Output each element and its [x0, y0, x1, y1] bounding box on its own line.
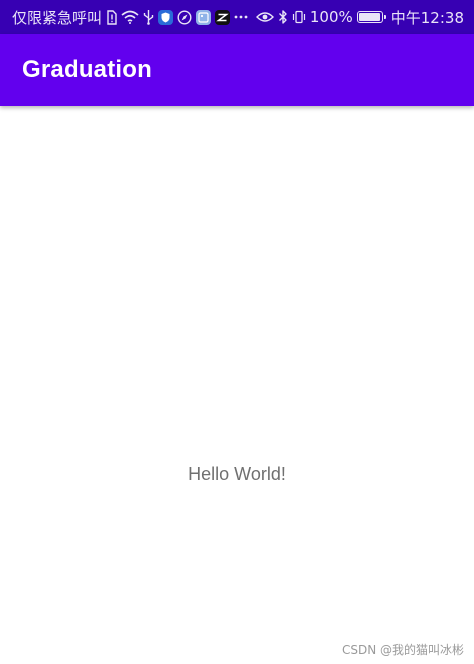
watermark: CSDN @我的猫叫冰彬	[341, 643, 464, 657]
battery-percent: 100%	[309, 8, 353, 26]
eye-comfort-icon	[255, 8, 274, 26]
vibrate-icon	[292, 8, 306, 26]
more-dots-icon	[234, 8, 248, 26]
gallery-app-icon	[196, 9, 212, 25]
usb-icon	[143, 8, 154, 26]
carrier-text: 仅限紧急呼叫	[12, 8, 103, 27]
sim-alert-icon	[106, 8, 117, 26]
app-bar: Graduation	[0, 34, 474, 106]
hello-world-text: Hello World!	[188, 464, 286, 484]
clock: 中午12:38	[390, 8, 464, 27]
battery-level-fill	[358, 13, 380, 21]
bluetooth-icon	[278, 8, 288, 26]
app-title: Graduation	[22, 56, 153, 83]
shield-app-icon	[158, 9, 174, 25]
status-bar: 仅限紧急呼叫 100% 中午12:38	[0, 0, 474, 34]
battery-icon	[356, 11, 386, 23]
status-right-group: 100% 中午12:38	[255, 7, 464, 28]
wifi-icon	[121, 8, 139, 26]
capcut-app-icon	[215, 9, 231, 25]
browser-app-icon	[177, 8, 192, 26]
status-left-group: 仅限紧急呼叫	[12, 7, 248, 28]
main-content: Hello World!	[0, 106, 474, 664]
